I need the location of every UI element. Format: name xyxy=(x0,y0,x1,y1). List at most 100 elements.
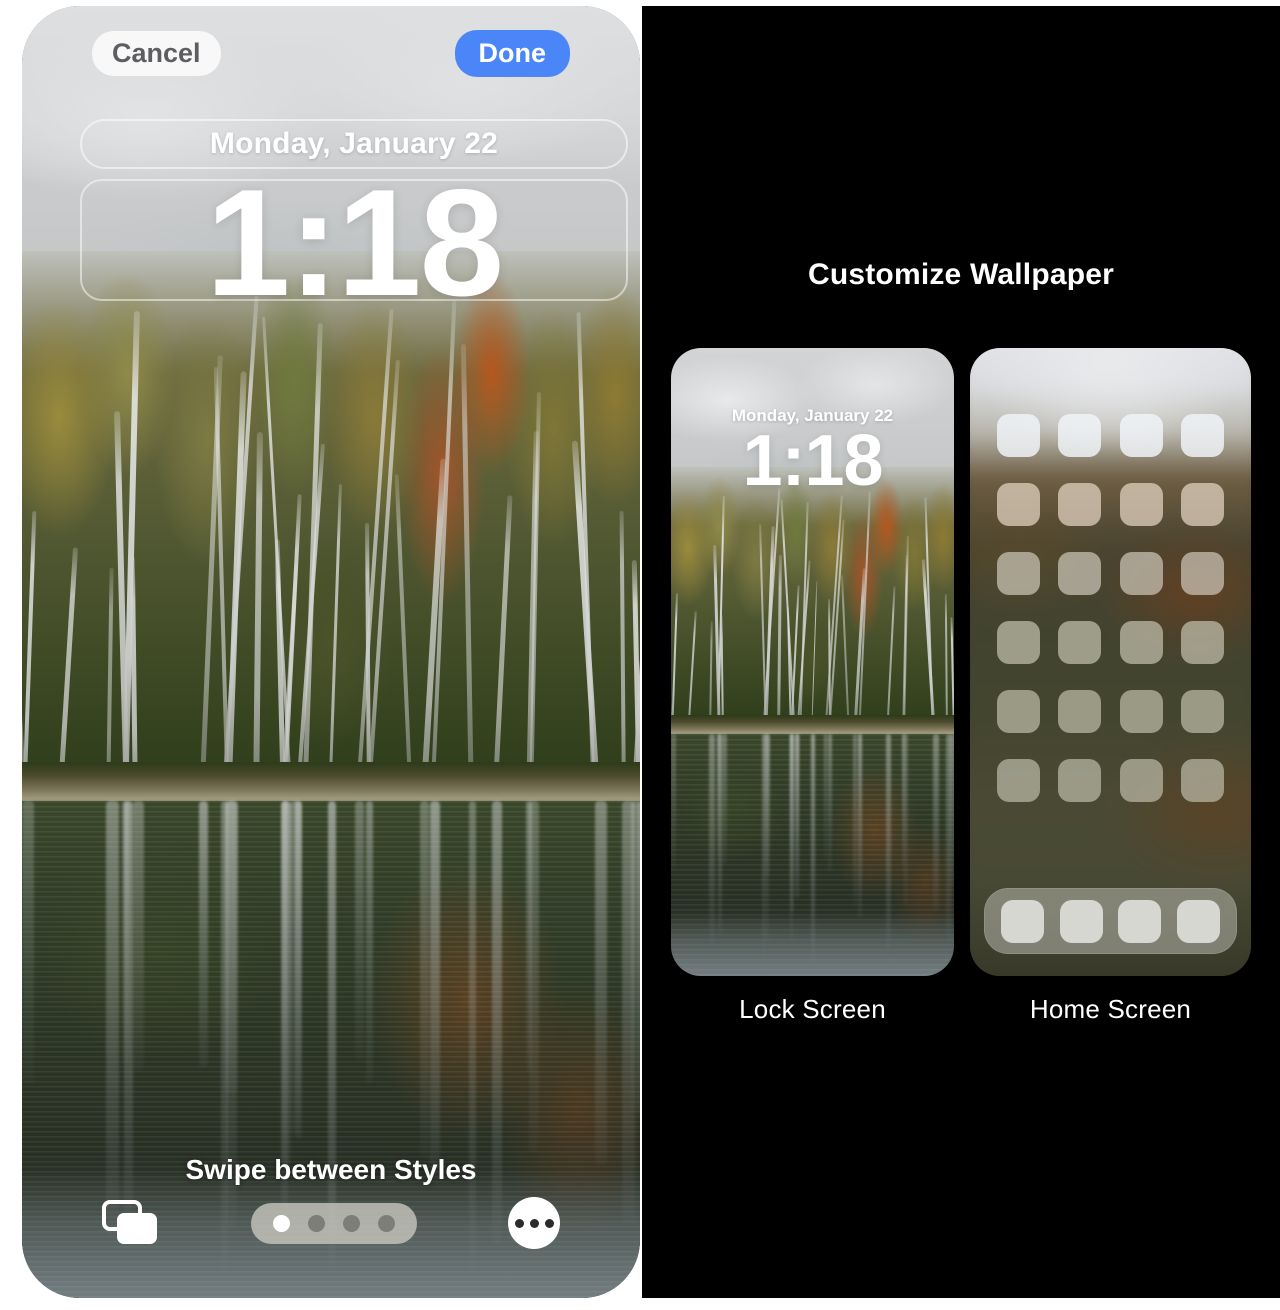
swipe-hint-text: Swipe between Styles xyxy=(185,1154,477,1185)
water-reflection xyxy=(420,800,430,1156)
birch-trunk xyxy=(811,580,818,738)
birch-trunk xyxy=(841,575,850,738)
wallpaper-birch-trunks xyxy=(22,277,640,808)
lock-screen-label: Lock Screen xyxy=(739,994,886,1024)
home-screen-app-icon xyxy=(997,552,1041,595)
home-screen-app-icon xyxy=(1058,483,1102,526)
water-reflection xyxy=(793,734,799,897)
page-dot-2[interactable] xyxy=(308,1214,325,1232)
ellipsis-icon xyxy=(529,1218,539,1228)
birch-trunk xyxy=(394,474,413,808)
dock-app-icon xyxy=(1118,899,1162,943)
page-dot-4[interactable] xyxy=(378,1214,395,1232)
home-screen-preview-column: Home Screen xyxy=(970,348,1251,1025)
water-reflection xyxy=(290,800,302,1135)
water-reflection xyxy=(933,734,939,912)
home-screen-app-icon xyxy=(997,621,1041,664)
home-screen-app-icon xyxy=(1180,552,1224,595)
cancel-button[interactable]: Cancel xyxy=(92,30,221,76)
water-reflection xyxy=(22,800,34,1085)
home-screen-app-icon xyxy=(1058,759,1102,802)
water-reflection xyxy=(630,800,640,1113)
photo-library-glyph xyxy=(102,1200,157,1244)
clock-widget[interactable]: 1:18 xyxy=(80,167,628,320)
water-reflection xyxy=(789,734,795,912)
preview-clock-text: 1:18 xyxy=(742,421,883,501)
water-reflection xyxy=(949,734,954,886)
birch-trunk xyxy=(758,523,767,738)
done-button[interactable]: Done xyxy=(454,29,570,77)
lock-screen-preview[interactable]: Monday, January 22 1:18 xyxy=(671,348,954,976)
ellipsis-icon xyxy=(514,1218,524,1228)
home-screen-preview[interactable] xyxy=(970,348,1251,976)
editor-top-bar: Cancel Done xyxy=(22,28,640,78)
water-reflection xyxy=(709,734,716,946)
home-screen-app-icon xyxy=(1058,552,1102,595)
home-screen-app-icon xyxy=(1119,414,1163,457)
water-reflection xyxy=(198,800,209,1069)
preview-birch-trunks xyxy=(671,479,954,738)
birch-trunk xyxy=(571,440,601,808)
dock-app-icon xyxy=(1059,899,1103,943)
home-screen-app-icon xyxy=(1119,621,1163,664)
water-reflection xyxy=(721,734,727,866)
birch-trunk xyxy=(460,344,474,808)
editor-bottom-bar xyxy=(22,1193,640,1253)
home-screen-app-grid xyxy=(970,414,1251,802)
style-page-indicator[interactable] xyxy=(251,1202,417,1244)
home-screen-app-icon xyxy=(1180,621,1224,664)
water-reflection xyxy=(122,800,130,1063)
home-screen-app-icon xyxy=(1180,414,1224,457)
water-reflection xyxy=(526,800,533,1072)
clock-text: 1:18 xyxy=(205,158,504,329)
water-reflection xyxy=(901,734,905,867)
home-screen-app-icon xyxy=(1180,759,1224,802)
water-reflection xyxy=(811,734,815,963)
birch-trunk xyxy=(252,431,263,808)
water-reflection xyxy=(671,734,677,873)
home-screen-app-icon xyxy=(997,483,1041,526)
birch-trunk xyxy=(491,495,513,808)
water-reflection xyxy=(828,734,832,872)
water-reflection xyxy=(823,734,828,861)
preview-row: Monday, January 22 1:18 Lock Screen Home… xyxy=(642,348,1280,1025)
water-reflection xyxy=(594,800,608,1166)
birch-trunk xyxy=(823,495,843,738)
photo-library-icon[interactable] xyxy=(102,1199,160,1247)
water-reflection xyxy=(355,800,364,1060)
birch-trunk xyxy=(328,484,343,808)
date-text: Monday, January 22 xyxy=(209,127,499,160)
water-reflection xyxy=(886,734,891,950)
customize-wallpaper-panel: Customize Wallpaper Monday, January 22 1… xyxy=(642,6,1280,1298)
home-screen-label: Home Screen xyxy=(1029,994,1192,1024)
birch-trunk xyxy=(776,554,782,738)
home-screen-app-icon xyxy=(1180,690,1224,733)
ellipsis-icon xyxy=(544,1218,554,1228)
more-options-button[interactable] xyxy=(508,1197,560,1249)
home-screen-dock xyxy=(984,888,1237,954)
home-screen-app-icon xyxy=(1119,483,1163,526)
home-screen-app-icon xyxy=(997,759,1041,802)
home-screen-app-icon xyxy=(1058,690,1102,733)
water-reflection xyxy=(281,800,291,1167)
home-screen-app-icon xyxy=(997,414,1041,457)
water-reflection xyxy=(430,800,441,1176)
page-dot-1[interactable] xyxy=(273,1214,290,1232)
home-screen-app-icon xyxy=(1058,621,1102,664)
page-dot-3[interactable] xyxy=(343,1214,360,1232)
water-reflection xyxy=(365,800,373,1084)
home-screen-app-icon xyxy=(1180,483,1224,526)
preview-water xyxy=(671,734,954,976)
home-screen-app-icon xyxy=(997,690,1041,733)
lock-screen-preview-column: Monday, January 22 1:18 Lock Screen xyxy=(671,348,954,1025)
home-screen-app-icon xyxy=(1119,690,1163,733)
home-screen-app-icon xyxy=(1119,759,1163,802)
page-title: Customize Wallpaper xyxy=(807,258,1115,291)
dock-app-icon xyxy=(1000,899,1044,943)
home-screen-app-icon xyxy=(1119,552,1163,595)
screenshot-canvas: Cancel Done Monday, January 22 1:18 Swip… xyxy=(0,0,1280,1310)
lock-screen-editor-panel: Cancel Done Monday, January 22 1:18 Swip… xyxy=(22,6,640,1298)
water-reflection xyxy=(132,800,144,1071)
home-screen-app-icon xyxy=(1058,414,1102,457)
water-reflection xyxy=(858,734,863,917)
